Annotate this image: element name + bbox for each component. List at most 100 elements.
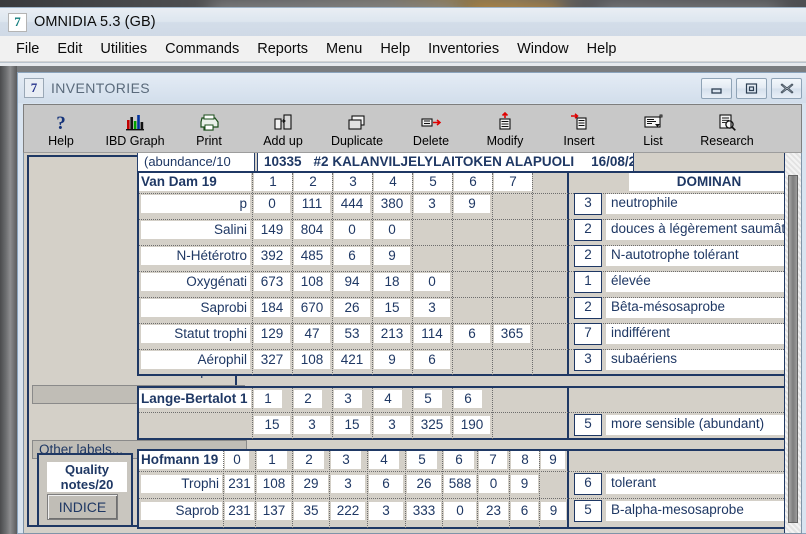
van-dam-cell: 184 [254, 299, 290, 317]
menu-item-commands[interactable]: Commands [156, 39, 248, 59]
van-dam-cell: 670 [294, 299, 330, 317]
van-dam-cell: 804 [294, 221, 330, 239]
hofmann-cell: 9 [511, 475, 538, 493]
dominant-code: 5 [574, 414, 602, 436]
van-dam-col-header: 6 [454, 173, 492, 191]
van-dam-cell: 380 [374, 195, 410, 213]
toolbar-label-insert: Insert [563, 134, 595, 148]
mdi-client-area: 7 INVENTORIES ? Help IBD Graph Print Add… [0, 66, 806, 534]
dominant-header: DOMINAN [629, 173, 789, 191]
toolbar-button-delete[interactable]: Delete [394, 105, 468, 152]
minimize-button[interactable] [701, 77, 732, 99]
menu-item-file[interactable]: File [7, 39, 48, 59]
hofmann-cell: 9 [541, 502, 566, 520]
lange-bertalot-col-header: 1 [254, 390, 282, 408]
dominant-code: 6 [574, 473, 602, 495]
van-dam-cell: 3 [414, 195, 450, 213]
van-dam-cell: 0 [254, 195, 290, 213]
menu-item-inventories[interactable]: Inventories [419, 39, 508, 59]
van-dam-title: Van Dam 19 [139, 173, 251, 191]
toolbar-label-list: List [643, 134, 663, 148]
hofmann-cell: 333 [407, 502, 441, 520]
toolbar-label-print: Print [196, 134, 222, 148]
dominant-text: Bêta-mésosaprobe [606, 298, 794, 318]
toolbar-label-help: Help [48, 134, 74, 148]
toolbar-button-insert[interactable]: Insert [542, 105, 616, 152]
vertical-scrollbar[interactable] [784, 153, 801, 533]
record-date: 16/08/201 [591, 154, 633, 169]
record-name: #2 KALANVILJELYLAITOKEN ALAPUOLI [313, 154, 575, 169]
van-dam-cell: 392 [254, 247, 290, 265]
menu-item-reports[interactable]: Reports [248, 39, 317, 59]
van-dam-col-header: 5 [414, 173, 452, 191]
hofmann-col-header: 0 [225, 451, 249, 469]
van-dam-row-label: Aérophil [141, 351, 250, 369]
lange-bertalot-col-header: 5 [414, 390, 442, 408]
toolbar-button-print[interactable]: Print [172, 105, 246, 152]
close-button[interactable] [771, 77, 802, 99]
grid-overlay-panel: (abundance/10 10335 #2 KALANVILJELYLAITO… [137, 153, 801, 533]
hofmann-col-header: 3 [331, 451, 361, 469]
menu-item-help-2[interactable]: Help [578, 39, 626, 59]
inventories-window: 7 INVENTORIES ? Help IBD Graph Print Add… [17, 72, 806, 534]
hofmann-cell: 137 [257, 502, 291, 520]
van-dam-cell: 673 [254, 273, 290, 291]
dominant-text: indifférent [606, 324, 794, 344]
menu-item-edit[interactable]: Edit [48, 39, 91, 59]
lange-bertalot-col-header: 6 [454, 390, 482, 408]
dominant-code: 1 [574, 271, 602, 293]
hofmann-cell: 0 [444, 502, 476, 520]
lange-bertalot-cell: 3 [294, 416, 330, 434]
toolbar-button-duplicate[interactable]: Duplicate [320, 105, 394, 152]
toolbar-button-help[interactable]: ? Help [24, 105, 98, 152]
toolbar-button-modify[interactable]: Modify [468, 105, 542, 152]
dominant-code: 3 [574, 193, 602, 215]
hofmann-col-header: 8 [511, 451, 539, 469]
van-dam-cell: 47 [294, 325, 330, 343]
menu-item-window[interactable]: Window [508, 39, 578, 59]
dominant-text: neutrophile [606, 194, 794, 214]
lange-bertalot-grid: Lange-Bertalot 1 1 2 3 4 5 6 15 3 15 3 3… [137, 386, 798, 440]
dominant-text: douces à légèrement saumâtre [606, 220, 794, 240]
menu-item-utilities[interactable]: Utilities [91, 39, 156, 59]
hofmann-cell: 6 [511, 502, 538, 520]
dominant-code: 3 [574, 349, 602, 371]
delete-icon [419, 111, 443, 133]
lange-bertalot-cell: 325 [414, 416, 450, 434]
application-window: 7 OMNIDIA 5.3 (GB) File Edit Utilities C… [0, 7, 806, 534]
record-header[interactable]: 10335 #2 KALANVILJELYLAITOKEN ALAPUOLI 1… [257, 153, 634, 173]
hofmann-col-header: 7 [479, 451, 507, 469]
toolbar-label-delete: Delete [412, 134, 450, 148]
menu-item-menu[interactable]: Menu [317, 39, 371, 59]
toolbar-button-add-up[interactable]: Add up [246, 105, 320, 152]
van-dam-col-header: 4 [374, 173, 412, 191]
menu-item-help[interactable]: Help [371, 39, 419, 59]
hofmann-cell: 3 [369, 502, 403, 520]
hofmann-row-label: Trophi [141, 475, 222, 493]
van-dam-col-header: 7 [494, 173, 532, 191]
van-dam-cell: 149 [254, 221, 290, 239]
indice-button[interactable]: INDICE [47, 494, 118, 520]
van-dam-row-label: Statut trophi [141, 325, 250, 343]
van-dam-cell: 108 [294, 273, 330, 291]
van-dam-cell: 6 [414, 351, 450, 369]
lange-bertalot-title: Lange-Bertalot 1 [139, 390, 251, 408]
hofmann-cell: 108 [257, 475, 291, 493]
toolbar: ? Help IBD Graph Print Add up Duplicate … [23, 104, 802, 153]
toolbar-button-ibd-graph[interactable]: IBD Graph [98, 105, 172, 152]
toolbar-button-research[interactable]: Research [690, 105, 764, 152]
hofmann-cell: 0 [479, 475, 508, 493]
lange-bertalot-col-header: 3 [334, 390, 362, 408]
maximize-button[interactable] [736, 77, 767, 99]
printer-icon [197, 111, 221, 133]
van-dam-cell: 108 [294, 351, 330, 369]
hofmann-col-header: 4 [369, 451, 399, 469]
van-dam-col-header: 3 [334, 173, 372, 191]
quality-notes-title: Quality notes/20 [47, 462, 127, 492]
mdi-left-gutter [0, 66, 17, 534]
toolbar-button-list[interactable]: List [616, 105, 690, 152]
dominant-text: tolerant [606, 474, 794, 494]
scrollbar-thumb[interactable] [788, 175, 798, 523]
toolbar-label-add-up: Add up [263, 134, 303, 148]
hofmann-cell: 222 [331, 502, 365, 520]
